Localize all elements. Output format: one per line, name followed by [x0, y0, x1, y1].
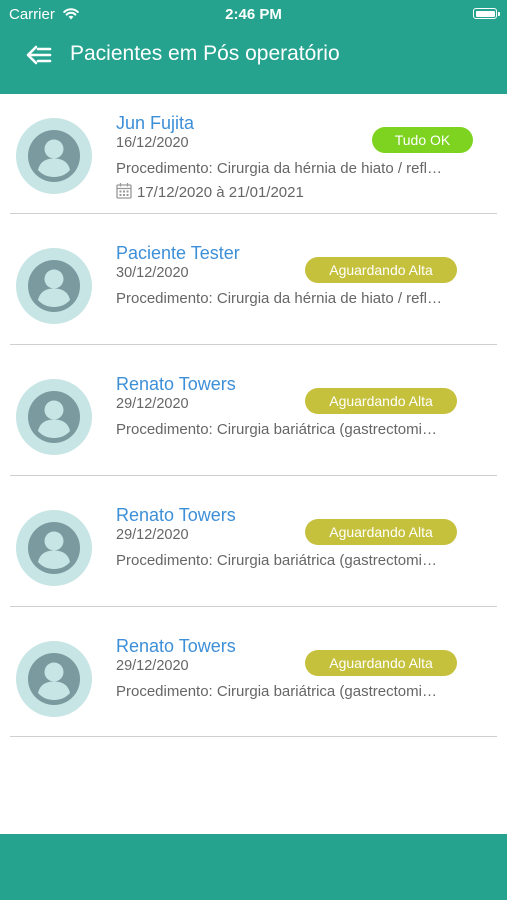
app-header: Carrier 2:46 PM Pacientes em Pós operató… [0, 0, 507, 94]
bottom-bar [0, 834, 507, 900]
patient-name[interactable]: Renato Towers [116, 636, 236, 657]
user-avatar-icon [28, 391, 80, 443]
user-avatar-icon [28, 130, 80, 182]
avatar [16, 379, 92, 455]
back-arrow-icon[interactable] [25, 43, 53, 67]
procedure-text: Procedimento: Cirurgia bariátrica (gastr… [116, 552, 437, 569]
avatar [16, 641, 92, 717]
status-badge: Aguardando Alta [305, 257, 457, 283]
status-badge: Aguardando Alta [305, 650, 457, 676]
patient-row[interactable]: Renato Towers 29/12/2020 Aguardando Alta… [0, 476, 507, 607]
period-line: 17/12/2020 à 21/01/2021 [116, 182, 304, 201]
avatar [16, 118, 92, 194]
patient-date: 29/12/2020 [116, 527, 189, 543]
patient-row[interactable]: Renato Towers 29/12/2020 Aguardando Alta… [0, 345, 507, 476]
avatar [16, 510, 92, 586]
patient-date: 29/12/2020 [116, 658, 189, 674]
user-avatar-icon [28, 653, 80, 705]
patient-date: 29/12/2020 [116, 396, 189, 412]
status-bar: Carrier 2:46 PM [0, 0, 507, 30]
calendar-icon [116, 183, 132, 199]
procedure-text: Procedimento: Cirurgia bariátrica (gastr… [116, 683, 437, 700]
patient-name[interactable]: Paciente Tester [116, 243, 240, 264]
user-avatar-icon [28, 522, 80, 574]
procedure-text: Procedimento: Cirurgia da hérnia de hiat… [116, 160, 443, 177]
status-badge: Tudo OK [372, 127, 473, 153]
patient-row[interactable]: Renato Towers 29/12/2020 Aguardando Alta… [0, 606, 507, 737]
status-badge: Aguardando Alta [305, 388, 457, 414]
period-text: 17/12/2020 à 21/01/2021 [137, 184, 304, 201]
divider [10, 736, 497, 737]
procedure-text: Procedimento: Cirurgia bariátrica (gastr… [116, 421, 437, 438]
patient-row[interactable]: Paciente Tester 30/12/2020 Aguardando Al… [0, 214, 507, 345]
status-time: 2:46 PM [225, 6, 282, 23]
battery-icon [473, 8, 500, 19]
user-avatar-icon [28, 260, 80, 312]
patient-name[interactable]: Jun Fujita [116, 113, 194, 134]
patient-date: 30/12/2020 [116, 265, 189, 281]
avatar [16, 248, 92, 324]
status-badge: Aguardando Alta [305, 519, 457, 545]
patient-name[interactable]: Renato Towers [116, 374, 236, 395]
procedure-text: Procedimento: Cirurgia da hérnia de hiat… [116, 290, 443, 307]
patient-date: 16/12/2020 [116, 135, 189, 151]
patient-row[interactable]: Jun Fujita 16/12/2020 Tudo OK Procedimen… [0, 94, 507, 214]
patient-name[interactable]: Renato Towers [116, 505, 236, 526]
page-title: Pacientes em Pós operatório [70, 42, 340, 65]
